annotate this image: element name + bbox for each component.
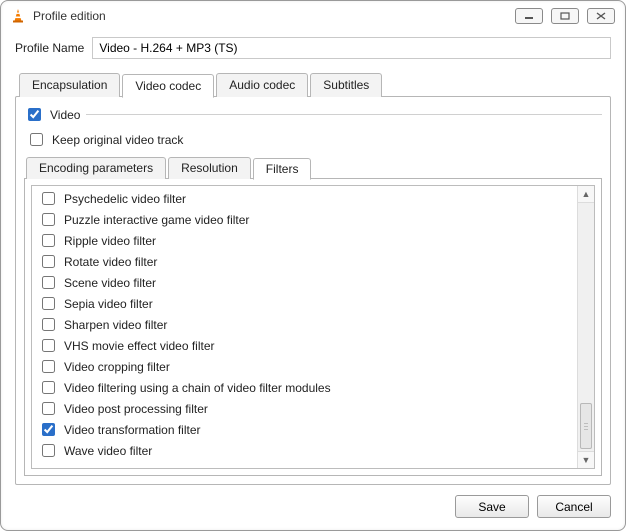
filter-label: Rotate video filter [64, 254, 157, 270]
tab-audio-codec[interactable]: Audio codec [216, 73, 308, 97]
keep-original-row: Keep original video track [26, 130, 602, 149]
filter-item[interactable]: Video filtering using a chain of video f… [34, 377, 575, 398]
dialog-profile-edition: Profile edition Profile Name Encapsulati… [0, 0, 626, 531]
sub-tabs: Encoding parameters Resolution Filters [26, 157, 602, 179]
filters-list: Psychedelic video filter Puzzle interacti… [32, 186, 577, 468]
cancel-button[interactable]: Cancel [537, 495, 611, 518]
filter-label: Video post processing filter [64, 401, 208, 417]
filter-checkbox[interactable] [42, 402, 55, 415]
filter-label: Sepia video filter [64, 296, 153, 312]
filter-item[interactable]: Video transformation filter [34, 419, 575, 440]
tab-subtitles[interactable]: Subtitles [310, 73, 382, 97]
save-button[interactable]: Save [455, 495, 529, 518]
filter-label: VHS movie effect video filter [64, 338, 215, 354]
filter-checkbox[interactable] [42, 213, 55, 226]
subtab-filters[interactable]: Filters [253, 158, 312, 180]
filter-item[interactable]: Video cropping filter [34, 356, 575, 377]
main-tabs: Encapsulation Video codec Audio codec Su… [19, 73, 611, 97]
filter-item[interactable]: Sepia video filter [34, 293, 575, 314]
filter-label: Psychedelic video filter [64, 191, 186, 207]
vlc-cone-icon [9, 7, 27, 25]
filter-item[interactable]: Psychedelic video filter [34, 188, 575, 209]
profile-name-label: Profile Name [15, 41, 84, 55]
filter-item[interactable]: Ripple video filter [34, 230, 575, 251]
titlebar: Profile edition [1, 1, 625, 31]
minimize-button[interactable] [515, 8, 543, 24]
keep-original-checkbox[interactable] [30, 133, 43, 146]
filter-checkbox[interactable] [42, 444, 55, 457]
filter-checkbox[interactable] [42, 297, 55, 310]
filter-item[interactable]: Rotate video filter [34, 251, 575, 272]
subtab-resolution[interactable]: Resolution [168, 157, 251, 179]
close-button[interactable] [587, 8, 615, 24]
divider [86, 114, 602, 115]
filters-listbox: Psychedelic video filter Puzzle interacti… [31, 185, 595, 469]
filter-label: Video transformation filter [64, 422, 201, 438]
filter-item[interactable]: Video post processing filter [34, 398, 575, 419]
maximize-button[interactable] [551, 8, 579, 24]
window-buttons [515, 8, 615, 24]
profile-name-input[interactable] [92, 37, 611, 59]
filter-checkbox[interactable] [42, 381, 55, 394]
filter-checkbox[interactable] [42, 192, 55, 205]
filter-checkbox[interactable] [42, 276, 55, 289]
filter-checkbox[interactable] [42, 318, 55, 331]
subtab-encoding[interactable]: Encoding parameters [26, 157, 166, 179]
filter-label: Video filtering using a chain of video f… [64, 380, 331, 396]
video-checkbox-label[interactable]: Video [50, 108, 80, 122]
filter-item[interactable]: Puzzle interactive game video filter [34, 209, 575, 230]
scroll-up-arrow-icon[interactable]: ▲ [578, 186, 594, 203]
vertical-scrollbar[interactable]: ▲ ▼ [577, 186, 594, 468]
tab-encapsulation[interactable]: Encapsulation [19, 73, 120, 97]
filter-checkbox[interactable] [42, 234, 55, 247]
filter-item[interactable]: VHS movie effect video filter [34, 335, 575, 356]
scroll-track[interactable] [578, 203, 594, 451]
dialog-body: Profile Name Encapsulation Video codec A… [1, 31, 625, 530]
filter-checkbox[interactable] [42, 255, 55, 268]
keep-original-label[interactable]: Keep original video track [52, 133, 183, 147]
subpanel-filters: Psychedelic video filter Puzzle interacti… [24, 178, 602, 476]
filter-item[interactable]: Sharpen video filter [34, 314, 575, 335]
scroll-down-arrow-icon[interactable]: ▼ [578, 451, 594, 468]
filter-item[interactable]: Wave video filter [34, 440, 575, 461]
filter-checkbox[interactable] [42, 423, 55, 436]
tabpanel-video-codec: Video Keep original video track Encoding… [15, 96, 611, 485]
filter-label: Sharpen video filter [64, 317, 167, 333]
tab-video-codec[interactable]: Video codec [122, 74, 214, 98]
window-title: Profile edition [33, 9, 106, 23]
filter-label: Wave video filter [64, 443, 152, 459]
scroll-thumb[interactable] [580, 403, 592, 449]
filter-label: Scene video filter [64, 275, 156, 291]
profile-name-row: Profile Name [15, 37, 611, 59]
video-legend-row: Video [24, 105, 602, 124]
filter-label: Video cropping filter [64, 359, 170, 375]
dialog-footer: Save Cancel [15, 485, 611, 518]
filter-label: Puzzle interactive game video filter [64, 212, 249, 228]
filter-checkbox[interactable] [42, 339, 55, 352]
filter-checkbox[interactable] [42, 360, 55, 373]
filter-label: Ripple video filter [64, 233, 156, 249]
video-checkbox[interactable] [28, 108, 41, 121]
filter-item[interactable]: Scene video filter [34, 272, 575, 293]
